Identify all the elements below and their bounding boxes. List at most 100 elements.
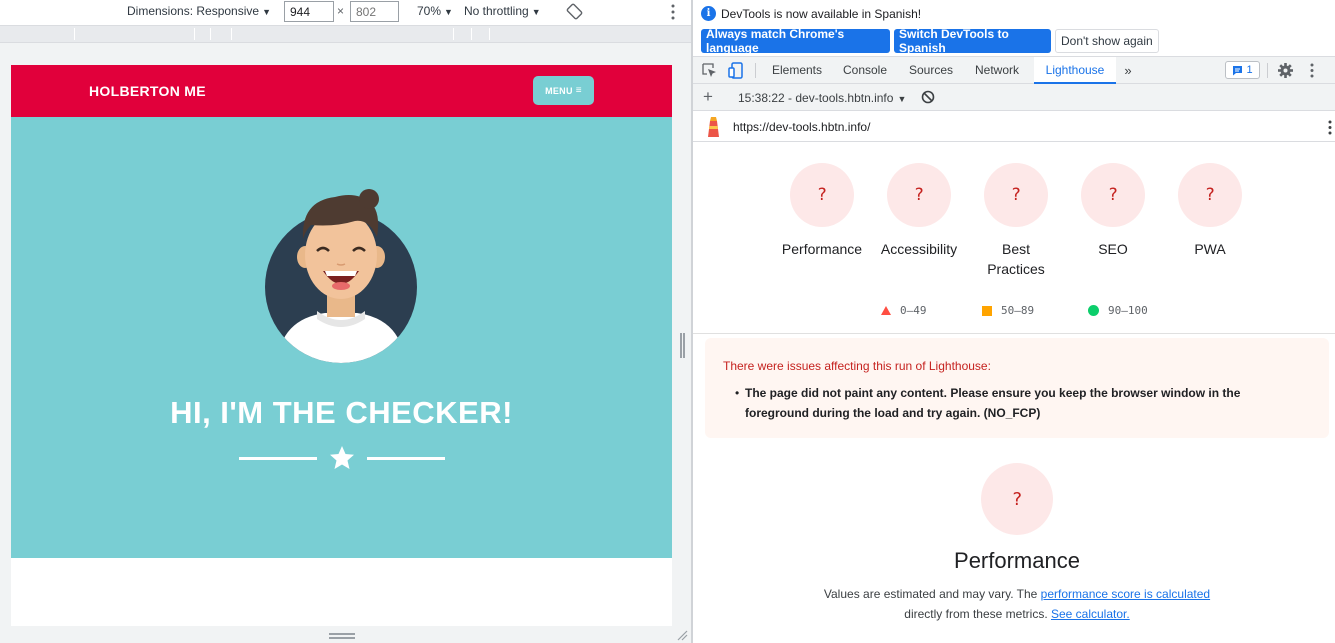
tab-lighthouse[interactable]: Lighthouse	[1034, 57, 1116, 84]
devtools-tabbar: Elements Console Sources Network Lightho…	[693, 57, 1335, 84]
score-legend: 0–49 50–89 90–100	[693, 302, 1335, 322]
hero-section: HI, I'M THE CHECKER!	[11, 117, 672, 558]
gauge-label: SEO	[1098, 241, 1128, 257]
ruler-tick	[453, 28, 454, 40]
menu-label: MENU	[545, 85, 573, 96]
device-toolbar: Dimensions: Responsive▼ × 70%▼ No thrott…	[0, 0, 691, 25]
lighthouse-url-bar: https://dev-tools.hbtn.info/	[693, 111, 1335, 142]
tab-console[interactable]: Console	[838, 57, 892, 84]
site-brand[interactable]: HOLBERTON ME	[89, 83, 206, 99]
audited-url: https://dev-tools.hbtn.info/	[733, 120, 871, 134]
issues-icon	[1233, 65, 1243, 75]
menu-button[interactable]: MENU ≡	[533, 76, 594, 105]
site-navbar: HOLBERTON ME MENU ≡	[11, 65, 672, 117]
throttling-dropdown[interactable]: No throttling ▼	[464, 4, 541, 18]
width-input[interactable]	[284, 1, 334, 22]
gauge-label: PWA	[1194, 241, 1226, 257]
dont-show-again-button[interactable]: Don't show again	[1055, 29, 1159, 53]
circle-icon	[1088, 305, 1099, 316]
zoom-label: 70%	[417, 4, 442, 18]
issues-count: 1	[1246, 64, 1253, 76]
throttling-label: No throttling	[464, 4, 529, 18]
square-icon	[982, 305, 992, 316]
ruler-tick	[194, 28, 195, 40]
chevron-down-icon: ▼	[262, 7, 271, 17]
gauge-score: ?	[790, 163, 854, 227]
avatar	[265, 189, 417, 363]
chevron-down-icon: ▼	[897, 94, 907, 104]
more-options-icon[interactable]	[1327, 119, 1333, 136]
chevron-down-icon: ▼	[531, 7, 541, 17]
rotate-icon[interactable]	[566, 3, 583, 20]
star-divider	[239, 445, 445, 471]
divider	[693, 333, 1335, 334]
report-select[interactable]: 15:38:22 - dev-tools.hbtn.info ▼	[738, 91, 906, 105]
tab-sources[interactable]: Sources	[904, 57, 958, 84]
resize-width-handle[interactable]	[680, 333, 685, 358]
lighthouse-logo-icon	[708, 117, 719, 137]
devtools-panel: i DevTools is now available in Spanish! …	[693, 0, 1335, 643]
category-description: Values are estimated and may vary. The p…	[693, 584, 1335, 624]
hero-title: HI, I'M THE CHECKER!	[170, 395, 513, 430]
legend-fail-range: 0–49	[900, 304, 927, 317]
see-calculator-link[interactable]: See calculator.	[1051, 607, 1130, 621]
run-warnings: There were issues affecting this run of …	[705, 338, 1329, 438]
toolbar-separator	[755, 63, 756, 78]
star-icon	[330, 446, 354, 469]
legend-average-range: 50–89	[1001, 304, 1035, 317]
legend-pass-range: 90–100	[1108, 304, 1148, 317]
lighthouse-toolbar: + 15:38:22 - dev-tools.hbtn.info ▼	[693, 84, 1335, 111]
more-tabs-icon[interactable]: »	[1121, 57, 1135, 84]
media-query-ruler[interactable]	[0, 25, 691, 43]
gauge-score: ?	[1178, 163, 1242, 227]
resize-corner-icon[interactable]	[676, 629, 688, 641]
gear-icon[interactable]	[1277, 62, 1294, 79]
inspect-element-icon[interactable]	[702, 63, 717, 78]
gauge-score: ?	[1081, 163, 1145, 227]
dimensions-label: Dimensions: Responsive	[127, 4, 260, 18]
gauge-accessibility[interactable]: ? Accessibility	[869, 163, 969, 259]
warning-title: There were issues affecting this run of …	[723, 359, 991, 373]
triangle-icon	[881, 306, 891, 315]
info-icon: i	[701, 6, 716, 21]
chevron-down-icon: ▼	[444, 7, 453, 17]
performance-gauge[interactable]: ?	[981, 463, 1053, 535]
category-title: Performance	[954, 548, 1080, 573]
gauge-performance[interactable]: ? Performance	[772, 163, 872, 259]
times-symbol: ×	[337, 4, 345, 18]
more-options-icon[interactable]	[668, 3, 678, 21]
gauge-label: Performance	[781, 241, 863, 257]
clear-icon[interactable]	[921, 90, 935, 104]
gauge-label: Accessibility	[880, 241, 958, 257]
ruler-tick	[231, 28, 232, 40]
warning-item: The page did not paint any content. Plea…	[745, 386, 1241, 420]
match-language-button[interactable]: Always match Chrome's language	[701, 27, 890, 55]
divider-line	[239, 457, 317, 460]
gauge-label: Best Practices	[987, 241, 1045, 277]
bullet-icon: •	[735, 386, 740, 400]
zoom-dropdown[interactable]: 70% ▼	[417, 4, 453, 18]
ruler-tick	[210, 28, 211, 40]
more-options-icon[interactable]	[1307, 62, 1317, 79]
ruler-tick	[471, 28, 472, 40]
add-report-icon[interactable]: +	[703, 87, 713, 107]
device-emulation-pane: Dimensions: Responsive▼ × 70%▼ No thrott…	[0, 0, 691, 643]
issues-badge[interactable]: 1	[1225, 61, 1260, 79]
score-calculated-link[interactable]: performance score is calculated	[1041, 587, 1210, 601]
language-infobar: i DevTools is now available in Spanish! …	[693, 0, 1335, 57]
ruler-tick	[74, 28, 75, 40]
height-input[interactable]	[350, 1, 399, 22]
legend-average: 50–89	[982, 304, 1034, 317]
resize-height-handle[interactable]	[329, 633, 355, 639]
gauge-seo[interactable]: ? SEO	[1063, 163, 1163, 259]
gauge-pwa[interactable]: ? PWA	[1160, 163, 1260, 259]
switch-spanish-button[interactable]: Switch DevTools to Spanish	[894, 27, 1051, 55]
device-toolbar-icon[interactable]	[728, 62, 743, 79]
tab-network[interactable]: Network	[969, 57, 1025, 84]
tab-elements[interactable]: Elements	[767, 57, 827, 84]
toolbar-separator	[1267, 63, 1268, 78]
report-select-label: 15:38:22 - dev-tools.hbtn.info	[738, 91, 894, 105]
dimensions-dropdown[interactable]: Dimensions: Responsive ▼	[127, 4, 271, 18]
infobar-message: DevTools is now available in Spanish!	[721, 7, 922, 21]
gauge-best-practices[interactable]: ? Best Practices	[966, 163, 1066, 279]
